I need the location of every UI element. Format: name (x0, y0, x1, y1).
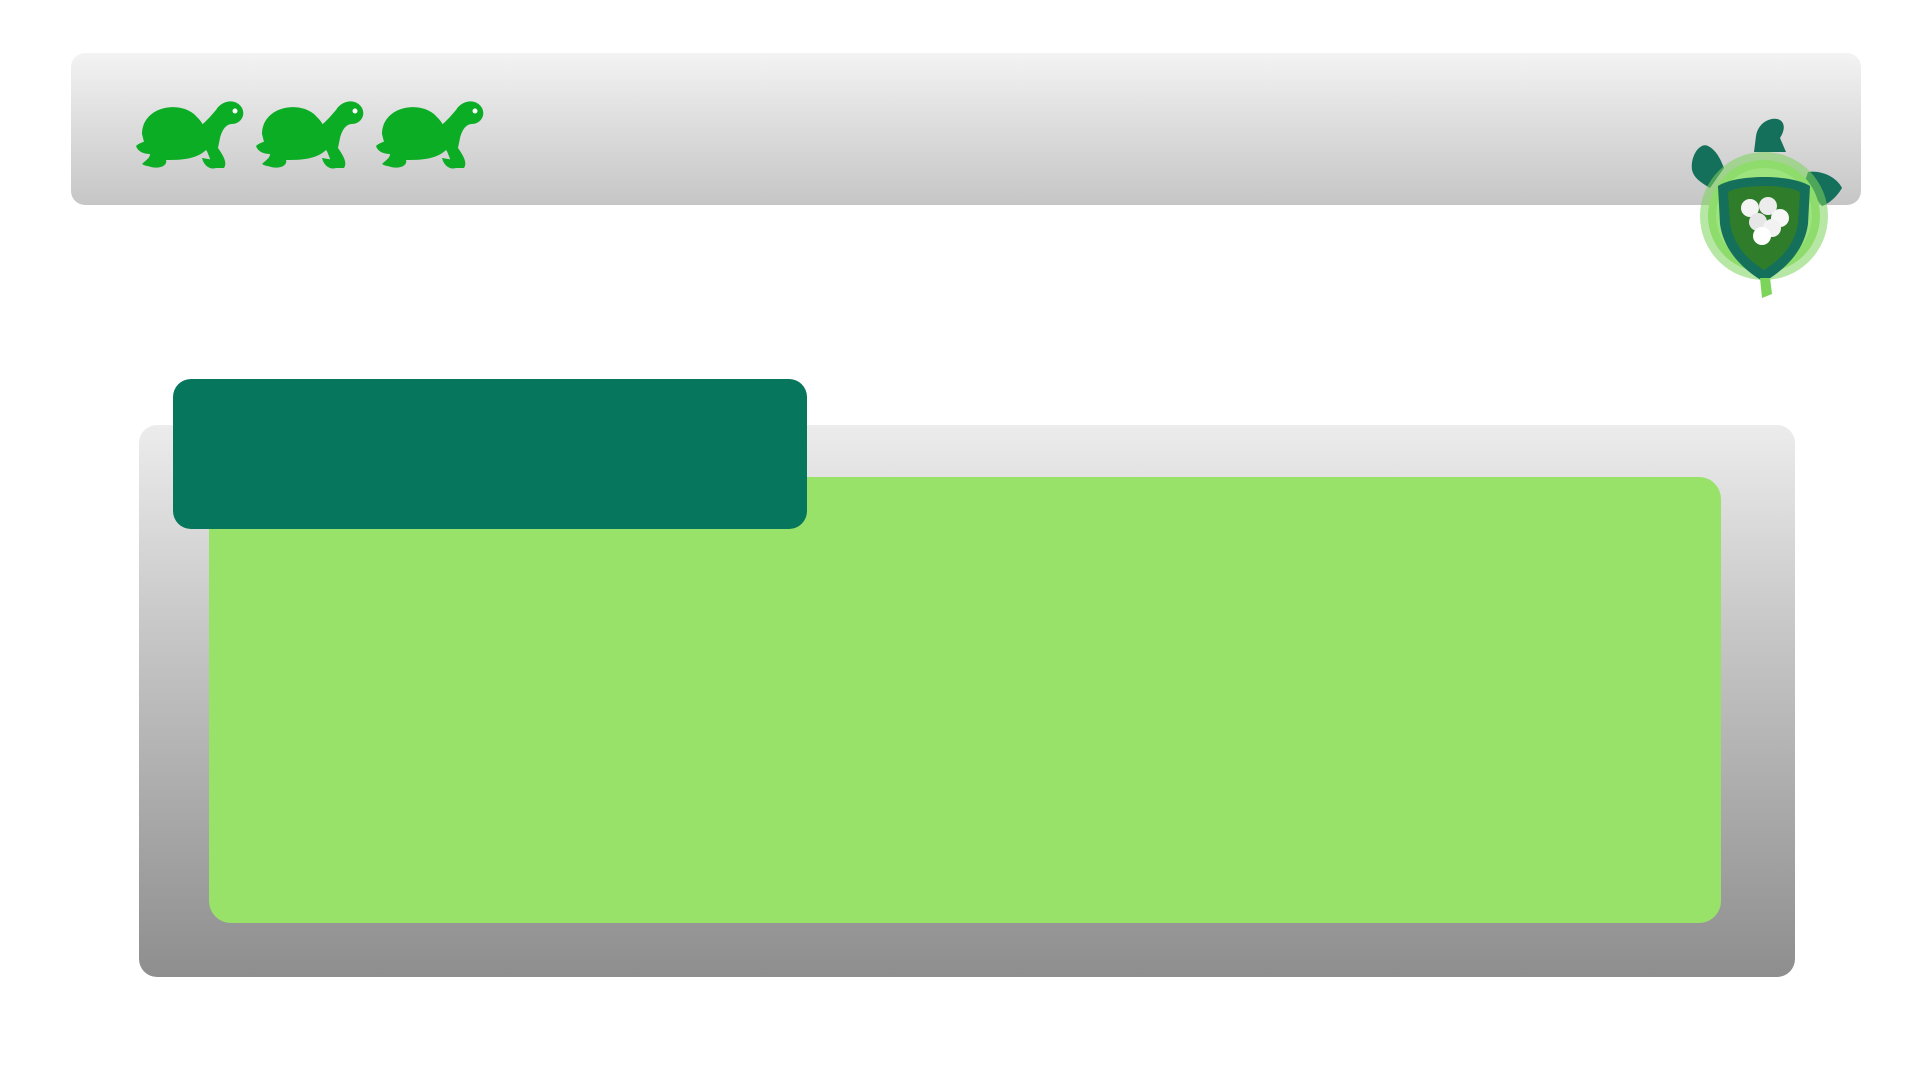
content-area (209, 477, 1721, 923)
turtle-shield-emblem-icon (1676, 112, 1856, 302)
turtle-icon (256, 94, 376, 188)
slide (0, 0, 1920, 1080)
turtle-icon (376, 94, 496, 188)
turtle-icon-row (136, 94, 496, 188)
turtle-icon (136, 94, 256, 188)
title-tab (173, 379, 807, 529)
